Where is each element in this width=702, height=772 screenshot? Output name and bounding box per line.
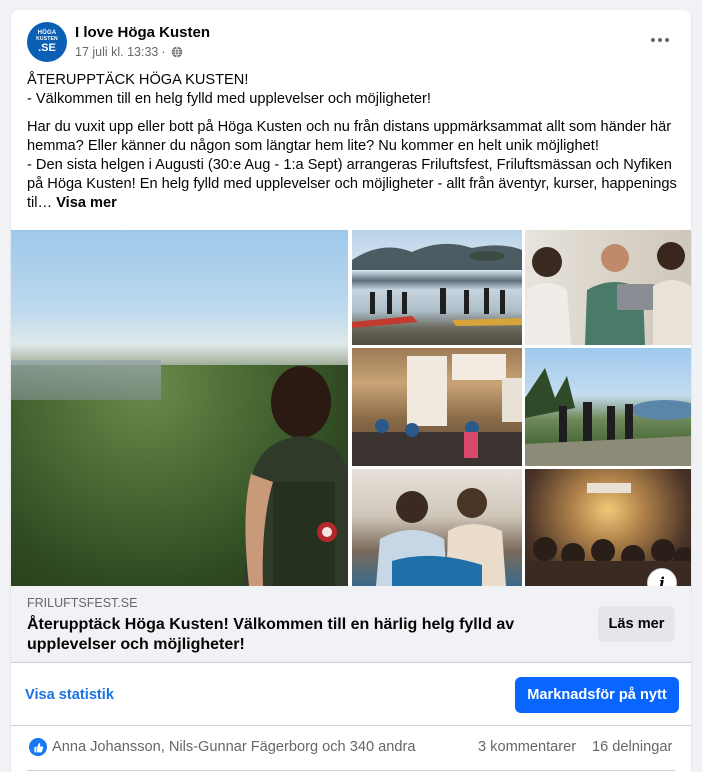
post-meta: 17 juli kl. 13:33 · xyxy=(75,45,183,59)
avatar[interactable]: HÖGA KUSTEN .SE xyxy=(27,22,67,62)
post-card: HÖGA KUSTEN .SE I love Höga Kusten 17 ju… xyxy=(11,10,691,772)
people-with-laptop-photo[interactable] xyxy=(525,230,691,345)
post-paragraph: Har du vuxit upp eller bott på Höga Kust… xyxy=(27,119,672,154)
hikers-on-cliff-photo[interactable] xyxy=(525,348,691,466)
workshop-photo[interactable] xyxy=(352,469,522,586)
hiker-figure xyxy=(243,366,348,586)
view-statistics-link[interactable]: Visa statistik xyxy=(25,687,114,703)
kayakers-on-shore-photo[interactable] xyxy=(352,230,522,345)
post-actions: Visa statistik Marknadsför på nytt xyxy=(11,664,691,726)
fair-hall-photo[interactable] xyxy=(352,348,522,466)
globe-icon[interactable] xyxy=(171,46,183,58)
promote-again-button[interactable]: Marknadsför på nytt xyxy=(515,677,679,713)
more-options-icon[interactable] xyxy=(649,32,671,48)
comments-count[interactable]: 3 kommentarer xyxy=(478,739,576,755)
link-title[interactable]: Återupptäck Höga Kusten! Välkommen till … xyxy=(27,615,567,655)
image-collage[interactable] xyxy=(11,230,691,586)
shares-count[interactable]: 16 delningar xyxy=(592,739,672,755)
thumbs-up-icon[interactable] xyxy=(29,738,47,756)
meta-separator: · xyxy=(161,45,166,59)
divider xyxy=(27,770,675,771)
post-subline: - Välkommen till en helg fylld med upple… xyxy=(27,91,431,107)
see-more-link[interactable]: Visa mer xyxy=(56,195,117,211)
link-preview[interactable]: FRILUFTSFEST.SE Återupptäck Höga Kusten!… xyxy=(11,586,691,663)
post-text: ÅTERUPPTÄCK HÖGA KUSTEN! - Välkommen til… xyxy=(27,71,677,222)
avatar-text-line3: .SE xyxy=(38,42,56,54)
post-headline: ÅTERUPPTÄCK HÖGA KUSTEN! xyxy=(27,72,249,88)
page-name[interactable]: I love Höga Kusten xyxy=(75,24,210,41)
reactions-bar: Anna Johansson, Nils-Gunnar Fägerborg oc… xyxy=(11,726,691,772)
post-paragraph-2: - Den sista helgen i Augusti (30:e Aug -… xyxy=(27,157,677,211)
link-domain: FRILUFTSFEST.SE xyxy=(27,596,138,610)
post-date[interactable]: 17 juli kl. 13:33 xyxy=(75,45,158,59)
reactors-list[interactable]: Anna Johansson, Nils-Gunnar Fägerborg oc… xyxy=(52,739,415,755)
post-header: HÖGA KUSTEN .SE I love Höga Kusten 17 ju… xyxy=(11,10,691,70)
hiker-overlooking-town-photo[interactable] xyxy=(11,230,348,586)
read-more-button[interactable]: Läs mer xyxy=(598,606,675,642)
